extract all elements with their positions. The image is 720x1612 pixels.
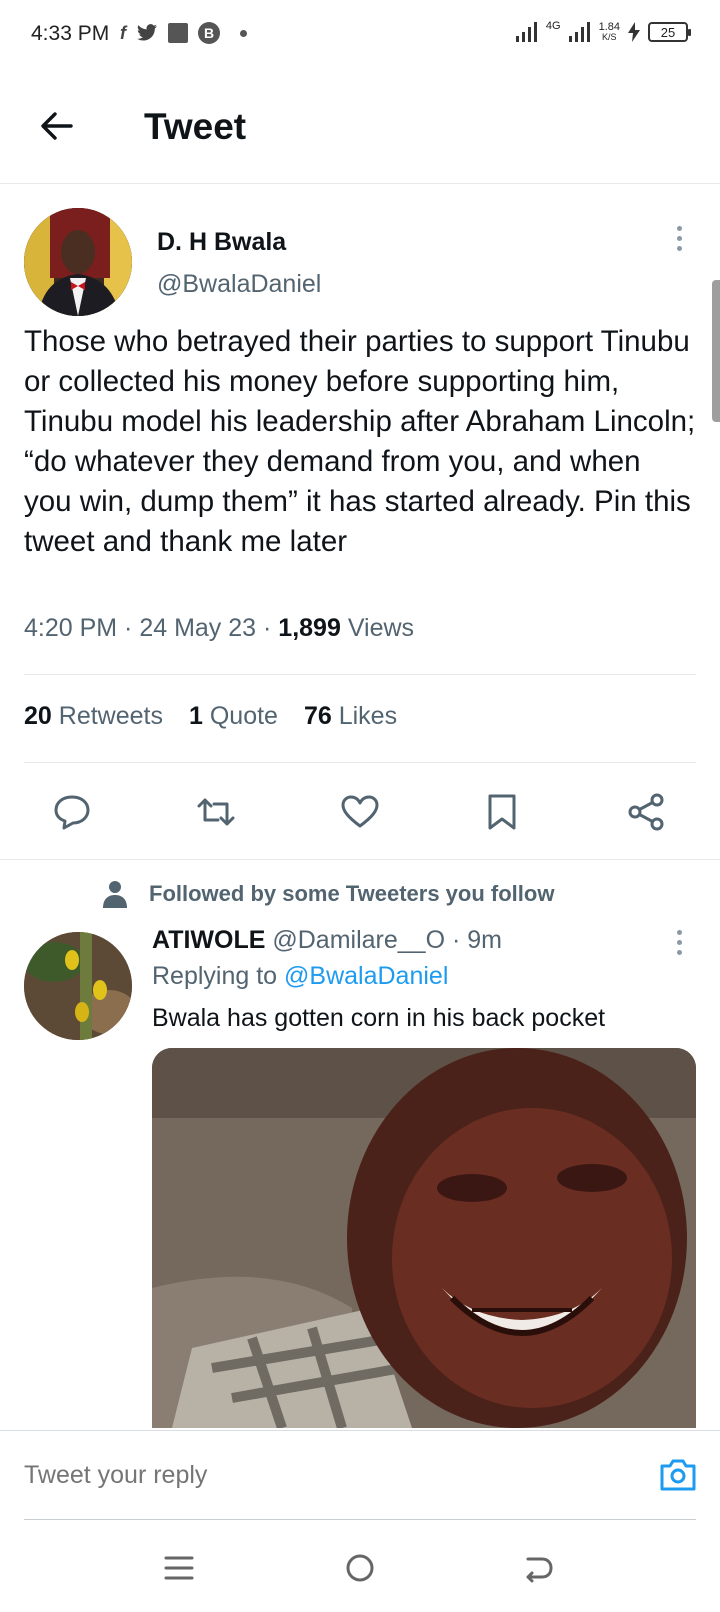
reply-author-name[interactable]: ATIWOLE [152,926,265,954]
reply-author-handle[interactable]: @Damilare__O [272,926,445,954]
twitter-icon [137,24,157,41]
scrollbar[interactable] [712,280,720,422]
arrow-left-icon[interactable] [38,108,74,144]
retweets-stat[interactable]: 20 Retweets [24,702,163,731]
views-count: 1,899 [278,614,341,642]
reply-header: ATIWOLE @Damilare__O · 9m [152,926,502,954]
reply-author-avatar[interactable] [24,932,132,1040]
views-label: Views [347,614,415,642]
reply-time: 9m [467,926,502,954]
home-icon[interactable] [340,1550,380,1586]
likes-label: Likes [338,702,398,730]
page-header: Tweet [0,72,720,184]
tweet-stats: 20 Retweets 1 Quote 76 Likes [24,702,397,731]
person-icon [103,881,127,908]
replying-to: Replying to @BwalaDaniel [152,962,448,991]
status-bar: 4:33 PM f B 4G 1.84 K/S 25 [0,0,720,72]
quotes-label: Quote [209,702,278,730]
divider [0,859,720,860]
author-name[interactable]: D. H Bwala [157,228,286,257]
app-notification-icon: f [120,22,126,43]
tweet-time: 4:20 PM [24,614,118,642]
page-title: Tweet [144,106,247,147]
more-options-icon[interactable] [676,226,684,256]
replying-to-handle[interactable]: @BwalaDaniel [284,962,448,990]
reply-icon[interactable] [52,792,92,832]
tweet-text: Those who betrayed their parties to supp… [24,325,696,558]
menu-icon[interactable] [162,1550,202,1586]
quotes-stat[interactable]: 1 Quote [189,702,278,731]
system-nav-bar [0,1520,720,1612]
bookmark-icon[interactable] [482,792,522,832]
reply-text: Bwala has gotten corn in his back pocket [152,1004,606,1032]
battery-indicator: 25 [648,22,691,42]
divider [24,762,696,763]
reply-input[interactable] [24,1461,604,1490]
more-notifications-dot [240,29,247,37]
tweet-actions [0,780,720,840]
tweet-date: 24 May 23 [139,614,257,642]
status-time: 4:33 PM [31,22,110,45]
reply-composer [0,1430,720,1521]
network-type: 4G [545,20,561,32]
likes-count: 76 [303,702,332,730]
signal-icon-2 [568,22,590,42]
charging-icon [628,22,640,42]
speed-value: 1.84 [598,21,620,33]
social-context: Followed by some Tweeters you follow [103,880,554,908]
social-context-text: Followed by some Tweeters you follow [149,881,555,906]
reply-avatar-image [24,932,132,1040]
network-speed: 1.84 K/S [598,21,620,43]
author-avatar[interactable] [24,208,132,316]
laughing-boy-image [152,1048,696,1428]
camera-icon[interactable] [658,1455,698,1495]
reply-media-image[interactable] [152,1048,696,1428]
back-nav-icon[interactable] [518,1550,558,1586]
likes-stat[interactable]: 76 Likes [304,702,397,731]
author-avatar-image [24,208,132,316]
author-handle[interactable]: @BwalaDaniel [157,270,321,299]
notification-icons: f B [120,22,247,44]
system-indicators: 4G 1.84 K/S 25 [515,20,691,43]
retweets-label: Retweets [58,702,163,730]
retweet-icon[interactable] [196,792,236,832]
tweet-meta: 4:20 PM · 24 May 23 · 1,899 Views [24,614,415,642]
app-b-icon: B [198,22,220,44]
speed-unit: K/S [602,32,617,42]
signal-icon [515,22,537,42]
replying-prefix: Replying to [152,962,278,990]
quotes-count: 1 [188,702,203,730]
reply-more-options-icon[interactable] [676,930,684,960]
retweets-count: 20 [24,702,52,730]
battery-level: 25 [660,24,676,40]
share-icon[interactable] [626,792,666,832]
divider [24,674,696,675]
like-icon[interactable] [340,792,380,832]
app-square-icon [168,23,188,43]
